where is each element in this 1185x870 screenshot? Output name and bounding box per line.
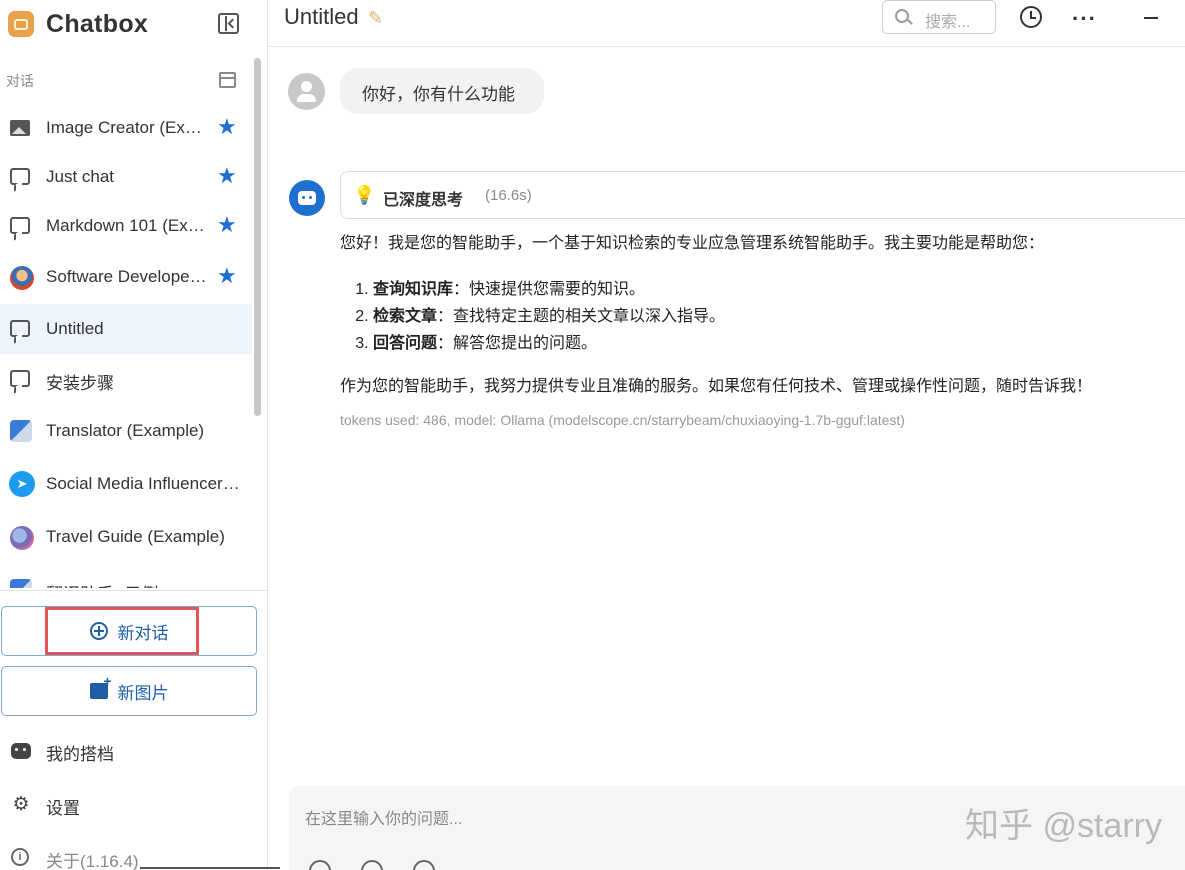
assistant-avatar [289, 180, 325, 216]
conversation-label: Image Creator (Example) [46, 118, 211, 137]
list-item: 回答问题：解答您提出的问题。 [373, 330, 1185, 357]
conversation-item[interactable]: Image Creator (Example) ★ [0, 103, 252, 153]
gear-icon: ⚙ [12, 794, 30, 815]
translator-avatar-icon [10, 579, 32, 588]
answer-closing: 作为您的智能助手，我努力提供专业且准确的服务。如果您有任何技术、管理或操作性问题… [340, 378, 1093, 395]
star-icon[interactable]: ★ [217, 265, 237, 287]
conversation-item[interactable]: Software Developer (Example) ★ [0, 252, 252, 302]
conversation-label: Untitled [46, 319, 104, 338]
chat-icon [10, 318, 32, 340]
input-placeholder: 在这里输入你的问题... [305, 811, 463, 828]
conversation-item[interactable]: ➤ Social Media Influencer (Example) [0, 459, 252, 509]
list-item: 检索文章：查找特定主题的相关文章以深入指导。 [373, 303, 1185, 330]
chat-icon [10, 368, 32, 390]
highlight-annotation [45, 607, 199, 655]
message-input[interactable]: 在这里输入你的问题... 知乎 @starry [289, 786, 1185, 870]
chat-icon [10, 215, 32, 237]
list-item: 查询知识库：快速提供您需要的知识。 [373, 276, 1185, 303]
chat-icon [10, 166, 32, 188]
settings-item[interactable]: ⚙ 设置 [0, 785, 260, 825]
my-copilots-label: 我的搭档 [46, 745, 114, 764]
feature-list: 查询知识库：快速提供您需要的知识。 检索文章：查找特定主题的相关文章以深入指导。… [373, 276, 1185, 357]
sidebar: Chatbox 对话 Image Creator (Example) ★ Jus… [0, 0, 268, 870]
image-icon [10, 117, 32, 139]
settings-label: 设置 [46, 799, 80, 818]
twitter-bird-icon: ➤ [9, 471, 35, 497]
conversation-label: 安装步骤 [46, 374, 114, 393]
lightbulb-icon: 💡 [353, 185, 376, 205]
conversation-label: Social Media Influencer (Example) [46, 474, 244, 493]
conversation-item[interactable]: Travel Guide (Example) [0, 512, 252, 562]
conversations-section-label: 对话 [6, 73, 34, 89]
toolbar-icon[interactable] [413, 860, 435, 870]
search-placeholder: 搜索... [925, 14, 971, 31]
conversation-title[interactable]: Untitled [284, 4, 359, 30]
conversation-item[interactable]: Translator (Example) [0, 406, 252, 456]
toolbar-icon[interactable] [309, 860, 331, 870]
answer-intro: 您好！我是您的智能助手，一个基于知识检索的专业应急管理系统智能助手。我主要功能是… [340, 235, 1045, 252]
watermark: 知乎 @starry [965, 807, 1162, 845]
thinking-time: (16.6s) [485, 187, 532, 204]
sidebar-divider [0, 590, 267, 591]
new-image-label: 新图片 [117, 683, 169, 703]
user-message: 你好，你有什么功能 [340, 68, 544, 114]
main-panel: Untitled ✎ 搜索... ··· 你好，你有什么功能 💡 已深度思考 (… [268, 0, 1185, 870]
conversation-item[interactable]: Markdown 101 (Example) ★ [0, 201, 252, 251]
minimize-icon[interactable] [1144, 17, 1158, 19]
conversation-label: Travel Guide (Example) [46, 527, 225, 546]
conversation-item[interactable]: 翻译助手 (示例) [0, 565, 252, 588]
thinking-panel[interactable]: 💡 已深度思考 (16.6s) [340, 171, 1185, 219]
archive-icon[interactable] [219, 72, 236, 88]
star-icon[interactable]: ★ [217, 214, 237, 236]
new-image-button[interactable]: 新图片 [1, 666, 257, 716]
star-icon[interactable]: ★ [217, 116, 237, 138]
globe-avatar-icon [10, 526, 34, 550]
assistant-message: 您好！我是您的智能助手，一个基于知识检索的专业应急管理系统智能助手。我主要功能是… [340, 232, 1185, 399]
conversation-item[interactable]: 安装步骤 [0, 354, 252, 404]
translator-avatar-icon [10, 420, 32, 442]
conversation-label: Just chat [46, 167, 115, 186]
conversation-item[interactable]: Just chat ★ [0, 152, 252, 202]
history-icon[interactable] [1020, 6, 1042, 28]
robot-icon [11, 741, 31, 761]
chatbox-logo-icon [8, 11, 34, 37]
conversation-item-active[interactable]: Untitled [0, 304, 252, 354]
app-title: Chatbox [46, 9, 149, 38]
toolbar-icon[interactable] [361, 860, 383, 870]
search-icon [895, 9, 909, 23]
my-copilots-item[interactable]: 我的搭档 [0, 731, 260, 771]
header: Untitled ✎ 搜索... ··· [268, 0, 1185, 47]
conversation-label: Software Developer (Example) [46, 267, 211, 286]
info-icon: i [11, 848, 31, 868]
message-meta: tokens used: 486, model: Ollama (modelsc… [340, 412, 905, 428]
about-label: 关于(1.16.4) [46, 852, 139, 870]
developer-avatar-icon [10, 266, 34, 290]
pencil-icon[interactable]: ✎ [368, 8, 383, 29]
conversation-list: Image Creator (Example) ★ Just chat ★ Ma… [0, 103, 252, 588]
conversation-label: Translator (Example) [46, 421, 205, 440]
sidebar-scrollbar[interactable] [254, 58, 261, 416]
search-input[interactable]: 搜索... [882, 0, 996, 34]
thinking-label: 已深度思考 [383, 192, 464, 209]
more-options-icon[interactable]: ··· [1072, 6, 1097, 32]
about-item[interactable]: i 关于(1.16.4) [0, 838, 260, 870]
collapse-sidebar-icon[interactable] [218, 13, 239, 34]
star-icon[interactable]: ★ [217, 165, 237, 187]
user-avatar [288, 73, 325, 110]
window-edge [140, 867, 280, 869]
input-toolbar [309, 860, 435, 870]
conversation-label: Markdown 101 (Example) [46, 216, 211, 235]
add-image-icon [89, 673, 112, 699]
conversation-label: 翻译助手 (示例) [46, 580, 211, 588]
brand: Chatbox [8, 8, 148, 40]
